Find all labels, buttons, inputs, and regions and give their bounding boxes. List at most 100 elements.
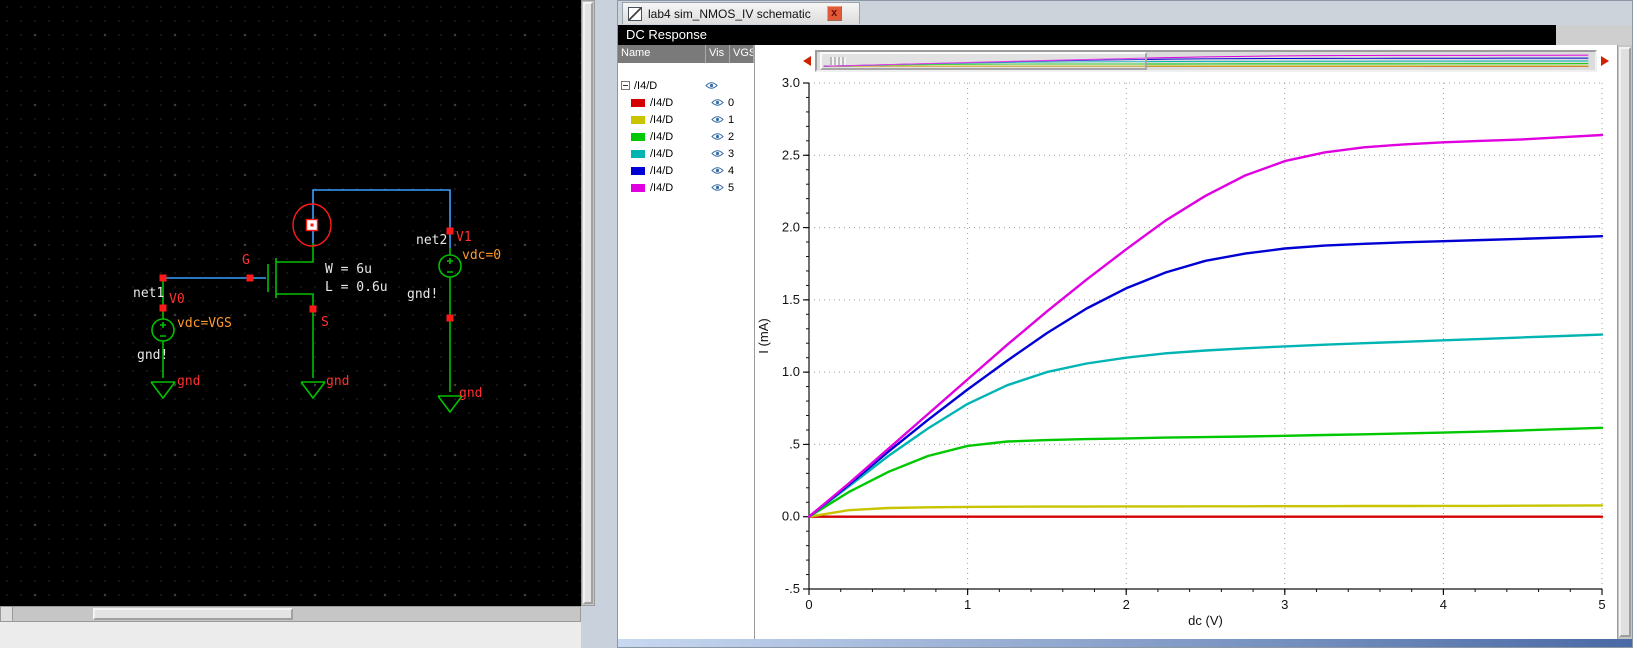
svg-text:2.5: 2.5	[782, 147, 800, 162]
close-button[interactable]: x	[827, 6, 842, 21]
trace-color-swatch	[631, 184, 645, 192]
svg-text:-.5: -.5	[785, 581, 800, 596]
svg-text:2: 2	[1123, 597, 1130, 612]
label-gnd-left: gnd	[177, 374, 200, 389]
svg-text:dc (V): dc (V)	[1188, 613, 1223, 628]
trace-color-swatch	[631, 133, 645, 141]
plot-title: DC Response	[618, 25, 1556, 45]
svg-text:2.0: 2.0	[782, 220, 800, 235]
zoom-scrollbar[interactable]	[815, 50, 1597, 72]
label-vdc-0: vdc=0	[462, 248, 501, 263]
panel-divider	[581, 0, 617, 648]
plot-header-row: DC Response	[618, 25, 1632, 45]
trace-vgs-value: 2	[728, 131, 742, 143]
visibility-eye-icon[interactable]	[706, 115, 728, 124]
trace-row[interactable]: /I4/D 2	[618, 128, 754, 145]
label-width: W = 6u	[325, 262, 372, 277]
selection-highlight[interactable]	[293, 204, 331, 246]
scrollbar-corner-box[interactable]	[1, 607, 13, 621]
zoom-scrollbar-thumb[interactable]	[820, 52, 1147, 70]
iv-plot[interactable]: 0 1 2 3 4 5 3.0 2.5 2.0 1.5 1.0 .5 0.0 -.5 I (mA) dc (V…	[755, 75, 1616, 635]
hscrollbar-thumb[interactable]	[93, 608, 293, 620]
trace-panel: Name Vis VGS /I4/D /I4/D0/I4/D 1/I4/D 2/I4…	[618, 45, 755, 639]
label-gnd-bang-right: gnd!	[407, 287, 438, 302]
trace-row[interactable]: /I4/D 4	[618, 162, 754, 179]
svg-text:1.0: 1.0	[782, 364, 800, 379]
schematic-panel: net1 V0 vdc=VGS gnd! gnd G W = 6u L = 0.…	[0, 0, 581, 648]
visibility-eye-icon[interactable]	[706, 183, 728, 192]
column-vis[interactable]: Vis	[706, 45, 730, 63]
window-vscrollbar[interactable]	[1617, 45, 1632, 639]
trace-name: /I4/D	[650, 97, 706, 109]
window-title: lab4 sim_NMOS_IV schematic	[648, 7, 811, 21]
svg-text:3: 3	[1281, 597, 1288, 612]
trace-color-swatch	[631, 167, 645, 175]
scroll-left-arrow[interactable]	[801, 53, 813, 69]
label-vdc-vgs: vdc=VGS	[177, 316, 232, 331]
ground-symbol-left[interactable]	[151, 382, 175, 398]
waveform-window: lab4 sim_NMOS_IV schematic x DC Response…	[617, 0, 1633, 648]
column-vgs[interactable]: VGS	[730, 45, 754, 63]
column-name[interactable]: Name	[618, 45, 706, 63]
trace-name: /I4/D	[650, 131, 706, 143]
trace-color-swatch	[631, 150, 645, 158]
trace-name: /I4/D	[650, 165, 706, 177]
plot-header-spacer	[1556, 25, 1632, 45]
collapse-icon[interactable]	[621, 81, 630, 90]
svg-text:4: 4	[1440, 597, 1447, 612]
svg-text:0: 0	[805, 597, 812, 612]
trace-row[interactable]: /I4/D3	[618, 145, 754, 162]
trace-row[interactable]: /I4/D 1	[618, 111, 754, 128]
label-gate: G	[242, 253, 250, 268]
visibility-eye-icon[interactable]	[706, 149, 728, 158]
trace-color-swatch	[631, 116, 645, 124]
nmos-transistor[interactable]	[268, 243, 313, 378]
window-title-tab[interactable]: lab4 sim_NMOS_IV schematic x	[622, 2, 860, 24]
svg-text:I (mA): I (mA)	[756, 318, 771, 353]
trace-row[interactable]: /I4/D0	[618, 94, 754, 111]
schematic-drawing[interactable]: net1 V0 vdc=VGS gnd! gnd G W = 6u L = 0.…	[0, 0, 581, 606]
scroll-right-arrow[interactable]	[1599, 53, 1611, 69]
trace-name: /I4/D	[650, 182, 706, 194]
schematic-vscrollbar[interactable]	[581, 0, 595, 606]
ground-symbol-mid[interactable]	[301, 382, 325, 398]
trace-vgs-value: 1	[728, 114, 742, 126]
zoom-strip	[755, 45, 1617, 75]
trace-color-swatch	[631, 99, 645, 107]
label-length: L = 0.6u	[325, 280, 388, 295]
trace-vgs-value: 4	[728, 165, 742, 177]
trace-row[interactable]: /I4/D5	[618, 179, 754, 196]
trace-rows: /I4/D0/I4/D1/I4/D2/I4/D3/I4/D4/I4/D5	[618, 94, 754, 196]
label-source: S	[321, 315, 329, 330]
svg-text:0.0: 0.0	[782, 509, 800, 524]
zoom-thumb-grip[interactable]	[830, 57, 846, 65]
svg-text:.5: .5	[789, 436, 800, 451]
schematic-canvas[interactable]: net1 V0 vdc=VGS gnd! gnd G W = 6u L = 0.…	[0, 0, 581, 606]
trace-group-name: /I4/D	[634, 80, 700, 92]
label-gnd-right: gnd	[459, 386, 482, 401]
svg-text:3.0: 3.0	[782, 75, 800, 90]
label-v1: V1	[456, 230, 472, 245]
trace-vgs-value: 3	[728, 148, 742, 160]
window-title-row: lab4 sim_NMOS_IV schematic x	[618, 1, 1632, 25]
window-bottom-frame	[618, 639, 1632, 647]
window-vscrollbar-thumb[interactable]	[1619, 47, 1631, 637]
trace-list: /I4/D /I4/D0/I4/D1/I4/D2/I4/D3/I4/D4/I4/…	[618, 63, 754, 639]
vscrollbar-thumb[interactable]	[583, 2, 593, 604]
visibility-eye-icon[interactable]	[706, 98, 728, 107]
label-gnd-bang-left: gnd!	[137, 348, 168, 363]
plot-area[interactable]: 0 1 2 3 4 5 3.0 2.5 2.0 1.5 1.0 .5 0.0 -.5 I (mA) dc (V…	[755, 75, 1617, 639]
label-gnd-mid: gnd	[326, 374, 349, 389]
svg-text:1: 1	[964, 597, 971, 612]
svg-text:5: 5	[1598, 597, 1605, 612]
visibility-eye-icon[interactable]	[706, 166, 728, 175]
visibility-eye-icon[interactable]	[706, 132, 728, 141]
window-icon	[628, 7, 642, 21]
visibility-eye-icon[interactable]	[700, 81, 722, 90]
svg-text:1.5: 1.5	[782, 292, 800, 307]
label-net1: net1	[133, 286, 164, 301]
schematic-hscrollbar[interactable]	[0, 606, 581, 622]
trace-name: /I4/D	[650, 114, 706, 126]
pin-markers[interactable]	[160, 228, 454, 322]
trace-group-row[interactable]: /I4/D	[618, 77, 754, 94]
